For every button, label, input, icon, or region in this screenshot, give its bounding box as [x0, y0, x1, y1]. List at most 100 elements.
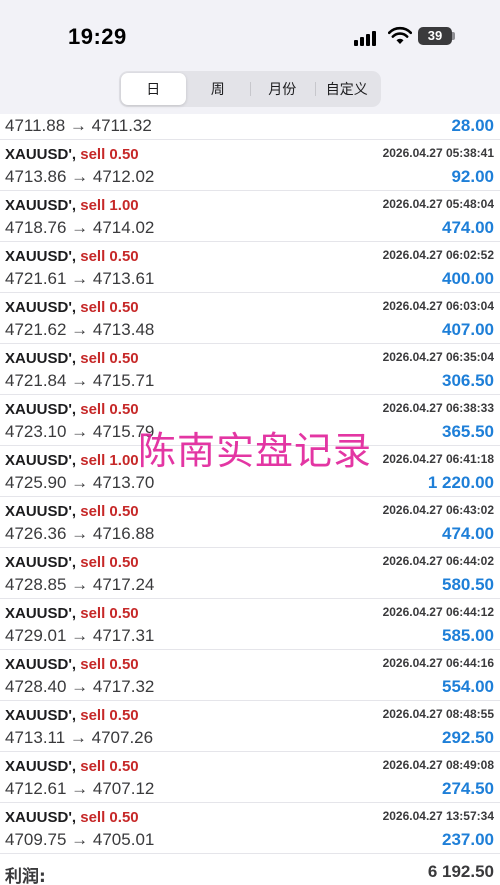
trade-prices: 4711.88 → 4711.32: [5, 116, 152, 135]
trade-symbol-name: XAUUSD',: [5, 554, 77, 571]
trade-profit: 365.50: [442, 422, 494, 441]
trade-time: 2026.04.27 05:48:04: [382, 197, 494, 211]
trade-symbol: XAUUSD', sell 0.50: [5, 656, 139, 673]
trade-row[interactable]: XAUUSD', sell 0.50 2026.04.27 06:44:16 472…: [0, 650, 500, 701]
trade-profit: 554.00: [442, 677, 494, 696]
trade-symbol: XAUUSD', sell 0.50: [5, 503, 139, 520]
battery-tip: [452, 32, 455, 40]
trade-side-volume: sell 0.50: [80, 707, 139, 724]
status-bar: 19:29 39: [0, 0, 500, 66]
trade-prices: 4721.62 → 4713.48: [5, 320, 155, 339]
trade-row[interactable]: XAUUSD', sell 0.50 2026.04.27 06:02:52 472…: [0, 242, 500, 293]
trade-profit: 1 220.00: [427, 473, 494, 492]
trade-time: 2026.04.27 06:41:18: [382, 452, 494, 466]
trade-profit: 407.00: [442, 320, 494, 339]
trade-row[interactable]: XAUUSD', sell 0.50 2026.04.27 06:43:02 472…: [0, 497, 500, 548]
trade-symbol-name: XAUUSD',: [5, 656, 77, 673]
trade-symbol: XAUUSD', sell 0.50: [5, 299, 139, 316]
trade-prices: 4721.84 → 4715.71: [5, 371, 155, 390]
trade-profit: 585.00: [442, 626, 494, 645]
trade-side-volume: sell 0.50: [80, 299, 139, 316]
trade-symbol: XAUUSD', sell 0.50: [5, 809, 139, 826]
trade-time: 2026.04.27 06:03:04: [382, 299, 494, 313]
period-selector-bar: 日 周 月份 自定义: [0, 66, 500, 114]
trade-side-volume: sell 0.50: [80, 401, 139, 418]
trade-profit: 580.50: [442, 575, 494, 594]
trade-symbol: XAUUSD', sell 0.50: [5, 605, 139, 622]
trade-symbol-name: XAUUSD',: [5, 146, 77, 163]
trade-side-volume: sell 1.00: [80, 197, 139, 214]
trade-symbol-name: XAUUSD',: [5, 605, 77, 622]
status-time: 19:29: [68, 24, 127, 49]
trade-profit: 28.00: [451, 116, 494, 135]
trade-profit: 306.50: [442, 371, 494, 390]
trade-side-volume: sell 0.50: [80, 605, 139, 622]
trade-row[interactable]: XAUUSD', sell 0.50 2026.04.27 06:44:02 472…: [0, 548, 500, 599]
trade-prices: 4726.36 → 4716.88: [5, 524, 155, 543]
trade-side-volume: sell 0.50: [80, 146, 139, 163]
trade-symbol: XAUUSD', sell 0.50: [5, 146, 139, 163]
trade-prices: 4709.75 → 4705.01: [5, 830, 155, 849]
trade-prices: 4712.61 → 4707.12: [5, 779, 155, 798]
trade-row[interactable]: XAUUSD', sell 1.00 2026.04.27 05:48:04 471…: [0, 191, 500, 242]
tab-week[interactable]: 周: [186, 73, 251, 105]
trade-profit: 92.00: [451, 167, 494, 186]
watermark-text: 陈南实盘记录: [138, 429, 373, 473]
trade-time: 2026.04.27 06:44:16: [382, 656, 494, 670]
tab-month[interactable]: 月份: [250, 73, 315, 105]
trade-symbol-name: XAUUSD',: [5, 503, 77, 520]
trade-time: 2026.04.27 06:44:02: [382, 554, 494, 568]
tab-day[interactable]: 日: [121, 73, 186, 105]
trade-time: 2026.04.27 08:49:08: [382, 758, 494, 772]
trade-symbol-name: XAUUSD',: [5, 299, 77, 316]
trade-symbol: XAUUSD', sell 0.50: [5, 554, 139, 571]
trade-prices: 4713.11 → 4707.26: [5, 728, 154, 747]
cellular-signal-icon: [354, 28, 380, 46]
trade-prices: 4729.01 → 4717.31: [5, 626, 155, 645]
trade-side-volume: sell 0.50: [80, 554, 139, 571]
trade-time: 2026.04.27 06:44:12: [382, 605, 494, 619]
trade-symbol: XAUUSD', sell 0.50: [5, 401, 139, 418]
trade-symbol-name: XAUUSD',: [5, 758, 77, 775]
trade-symbol-name: XAUUSD',: [5, 452, 77, 469]
trade-row[interactable]: XAUUSD', sell 0.50 2026.04.27 06:03:04 472…: [0, 293, 500, 344]
trade-prices: 4728.40 → 4717.32: [5, 677, 155, 696]
trade-symbol: XAUUSD', sell 1.00: [5, 197, 139, 214]
trade-row[interactable]: XAUUSD', sell 0.50 2026.04.27 06:44:12 472…: [0, 599, 500, 650]
profit-summary-label: 利润:: [5, 867, 46, 885]
trade-profit: 237.00: [442, 830, 494, 849]
trade-row-partial[interactable]: 4711.88 → 4711.32 28.00: [0, 114, 500, 140]
tab-custom[interactable]: 自定义: [314, 73, 380, 105]
trade-prices: 4713.86 → 4712.02: [5, 167, 155, 186]
trade-side-volume: sell 1.00: [80, 452, 139, 469]
trade-symbol: XAUUSD', sell 0.50: [5, 707, 139, 724]
trade-symbol-name: XAUUSD',: [5, 809, 77, 826]
trade-time: 2026.04.27 06:38:33: [382, 401, 494, 415]
trade-side-volume: sell 0.50: [80, 503, 139, 520]
trade-profit: 474.00: [442, 218, 494, 237]
trade-prices: 4725.90 → 4713.70: [5, 473, 155, 492]
trade-profit: 292.50: [442, 728, 494, 747]
trade-side-volume: sell 0.50: [80, 350, 139, 367]
trade-prices: 4718.76 → 4714.02: [5, 218, 155, 237]
trade-row[interactable]: XAUUSD', sell 0.50 2026.04.27 08:49:08 471…: [0, 752, 500, 803]
trade-row[interactable]: XAUUSD', sell 0.50 2026.04.27 05:38:41 471…: [0, 140, 500, 191]
trade-history-list: 4711.88 → 4711.32 28.00 XAUUSD', sell 0.…: [0, 114, 500, 854]
trade-side-volume: sell 0.50: [80, 248, 139, 265]
trade-time: 2026.04.27 13:57:34: [382, 809, 494, 823]
trade-time: 2026.04.27 06:43:02: [382, 503, 494, 517]
trade-symbol-name: XAUUSD',: [5, 350, 77, 367]
wifi-icon: [388, 26, 412, 44]
trade-row[interactable]: XAUUSD', sell 0.50 2026.04.27 13:57:34 470…: [0, 803, 500, 854]
trade-side-volume: sell 0.50: [80, 656, 139, 673]
trade-symbol: XAUUSD', sell 0.50: [5, 758, 139, 775]
trade-symbol-name: XAUUSD',: [5, 707, 77, 724]
trade-profit: 400.00: [442, 269, 494, 288]
trade-symbol: XAUUSD', sell 0.50: [5, 350, 139, 367]
trade-side-volume: sell 0.50: [80, 809, 139, 826]
trade-row[interactable]: XAUUSD', sell 0.50 2026.04.27 08:48:55 471…: [0, 701, 500, 752]
trade-symbol-name: XAUUSD',: [5, 248, 77, 265]
trade-time: 2026.04.27 06:35:04: [382, 350, 494, 364]
trade-symbol-name: XAUUSD',: [5, 401, 77, 418]
trade-row[interactable]: XAUUSD', sell 0.50 2026.04.27 06:35:04 472…: [0, 344, 500, 395]
